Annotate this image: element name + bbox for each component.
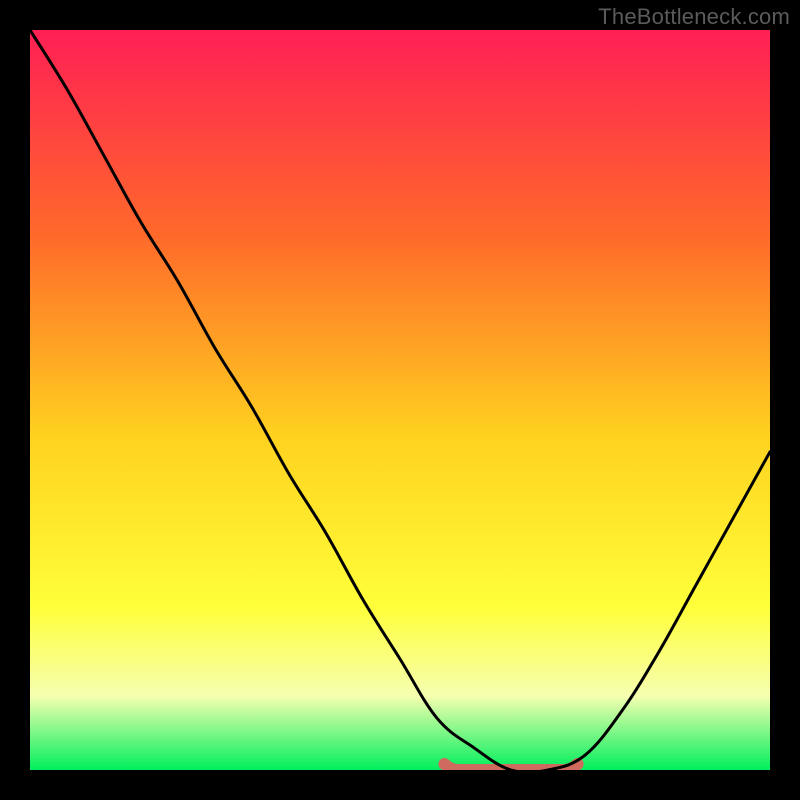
bottleneck-chart bbox=[30, 30, 770, 770]
chart-frame: TheBottleneck.com bbox=[0, 0, 800, 800]
watermark-text: TheBottleneck.com bbox=[598, 4, 790, 30]
